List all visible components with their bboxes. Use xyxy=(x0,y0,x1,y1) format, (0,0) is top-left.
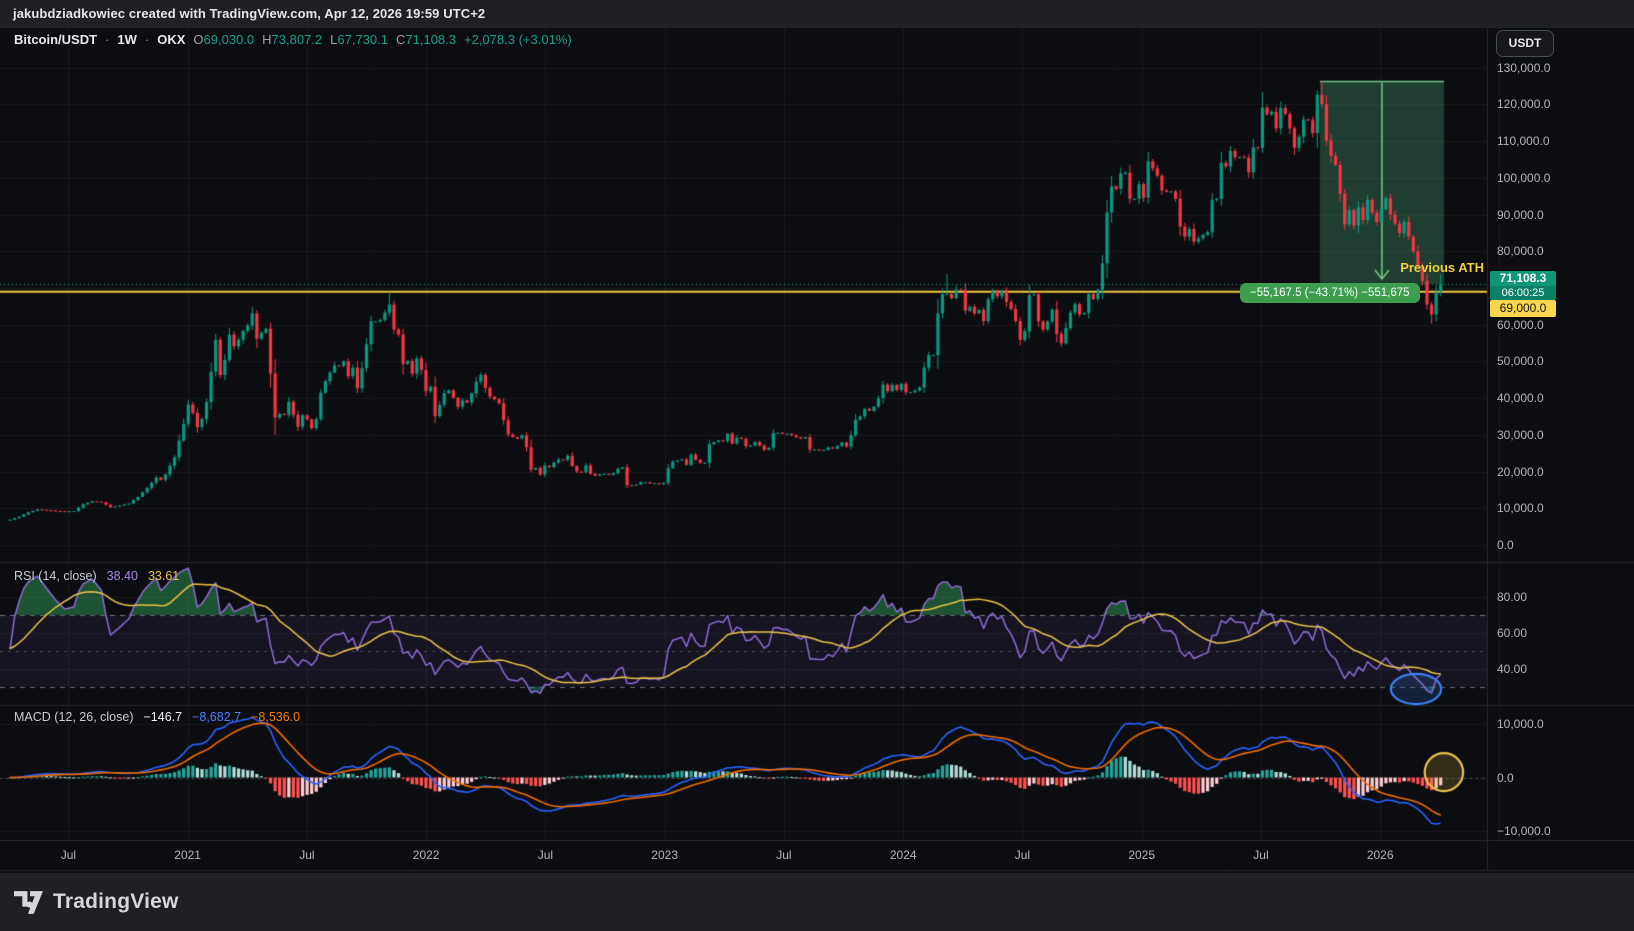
time-tick-label: 2026 xyxy=(1367,848,1394,862)
axis-tick-label: 20,000.0 xyxy=(1497,465,1544,479)
axis-tick-label: 60,000.0 xyxy=(1497,318,1544,332)
high-key: H xyxy=(262,32,271,47)
ath-level-label: 69,000.0 xyxy=(1490,300,1556,317)
time-tick-label: 2022 xyxy=(413,848,440,862)
tradingview-logo[interactable]: TradingView xyxy=(14,890,179,914)
open-value: 69,030.0 xyxy=(204,32,255,47)
last-price-value: 71,108.3 xyxy=(1490,271,1556,286)
axis-tick-label: −10,000.0 xyxy=(1497,824,1551,838)
macd-hist-value: −146.7 xyxy=(143,710,182,724)
previous-ath-label[interactable]: Previous ATH xyxy=(1280,260,1484,275)
axis-tick-label: 110,000.0 xyxy=(1497,134,1550,148)
tradingview-wordmark: TradingView xyxy=(53,890,179,914)
axis-tick-label: 0.0 xyxy=(1497,538,1514,552)
rsi-status-row: RSI (14, close) 38.40 33.61 xyxy=(14,569,179,583)
time-tick-label: Jul xyxy=(1253,848,1268,862)
time-scale[interactable]: Jul 2021 Jul 2022 Jul 2023 Jul 2024 Jul 2025 Jul 20… xyxy=(0,841,1490,871)
close-key: C xyxy=(396,32,405,47)
low-value: 67,730.1 xyxy=(337,32,388,47)
axis-tick-label: 40.00 xyxy=(1497,662,1527,676)
axis-tick-label: 120,000.0 xyxy=(1497,97,1550,111)
macd-title[interactable]: MACD (12, 26, close) xyxy=(14,710,133,724)
macd-status-row: MACD (12, 26, close) −146.7 −8,682.7 −8,… xyxy=(14,710,300,724)
macd-signal-value: −8,536.0 xyxy=(251,710,300,724)
axis-tick-label: 60.00 xyxy=(1497,626,1527,640)
rsi-value: 38.40 xyxy=(107,569,138,583)
time-tick-label: Jul xyxy=(61,848,76,862)
time-tick-label: Jul xyxy=(299,848,314,862)
axis-tick-label: 40,000.0 xyxy=(1497,391,1544,405)
measurement-label[interactable]: −55,167.5 (−43.71%) −551,675 xyxy=(1240,283,1420,303)
attribution-bar: jakubdziadkowiec created with TradingVie… xyxy=(0,0,1634,27)
exchange-label: OKX xyxy=(157,32,185,47)
time-tick-label: Jul xyxy=(776,848,791,862)
axis-tick-label: 80,000.0 xyxy=(1497,244,1544,258)
attribution-text: jakubdziadkowiec created with TradingVie… xyxy=(13,6,485,21)
time-tick-label: Jul xyxy=(538,848,553,862)
footer-bar: TradingView xyxy=(0,873,1634,931)
axis-tick-label: 100,000.0 xyxy=(1497,171,1550,185)
separator-dot: · xyxy=(145,32,149,47)
time-tick-label: 2024 xyxy=(890,848,917,862)
separator-dot: · xyxy=(105,32,109,47)
time-tick-label: 2023 xyxy=(651,848,678,862)
axis-tick-label: 0.0 xyxy=(1497,771,1514,785)
price-scale[interactable]: USDT 130,000.0 120,000.0 110,000.0 100,000.… xyxy=(1488,27,1634,871)
axis-tick-label: 130,000.0 xyxy=(1497,61,1550,75)
close-value: 71,108.3 xyxy=(405,32,456,47)
time-tick-label: 2021 xyxy=(174,848,201,862)
interval-label[interactable]: 1W xyxy=(117,32,137,47)
axis-tick-label: 50,000.0 xyxy=(1497,354,1544,368)
rsi-ma-value: 33.61 xyxy=(148,569,179,583)
time-tick-label: Jul xyxy=(1015,848,1030,862)
axis-tick-label: 30,000.0 xyxy=(1497,428,1544,442)
open-key: O xyxy=(193,32,203,47)
rsi-title[interactable]: RSI (14, close) xyxy=(14,569,97,583)
high-value: 73,807.2 xyxy=(272,32,323,47)
change-value: +2,078.3 (+3.01%) xyxy=(464,32,572,47)
macd-line-value: −8,682.7 xyxy=(192,710,241,724)
last-price-label: 71,108.3 06:00:25 xyxy=(1490,271,1556,300)
bar-countdown: 06:00:25 xyxy=(1490,286,1556,300)
time-tick-label: 2025 xyxy=(1128,848,1155,862)
axis-tick-label: 10,000.0 xyxy=(1497,501,1544,515)
axis-tick-label: 80.00 xyxy=(1497,590,1527,604)
tradingview-logo-icon xyxy=(14,891,44,914)
chart-base-canvas[interactable] xyxy=(0,0,1634,931)
symbol-status-row: Bitcoin/USDT · 1W · OKX O69,030.0 H73,80… xyxy=(14,32,572,47)
symbol-title[interactable]: Bitcoin/USDT xyxy=(14,32,97,47)
axis-tick-label: 90,000.0 xyxy=(1497,208,1544,222)
axis-tick-label: 10,000.0 xyxy=(1497,717,1544,731)
currency-toggle-button[interactable]: USDT xyxy=(1496,30,1554,57)
